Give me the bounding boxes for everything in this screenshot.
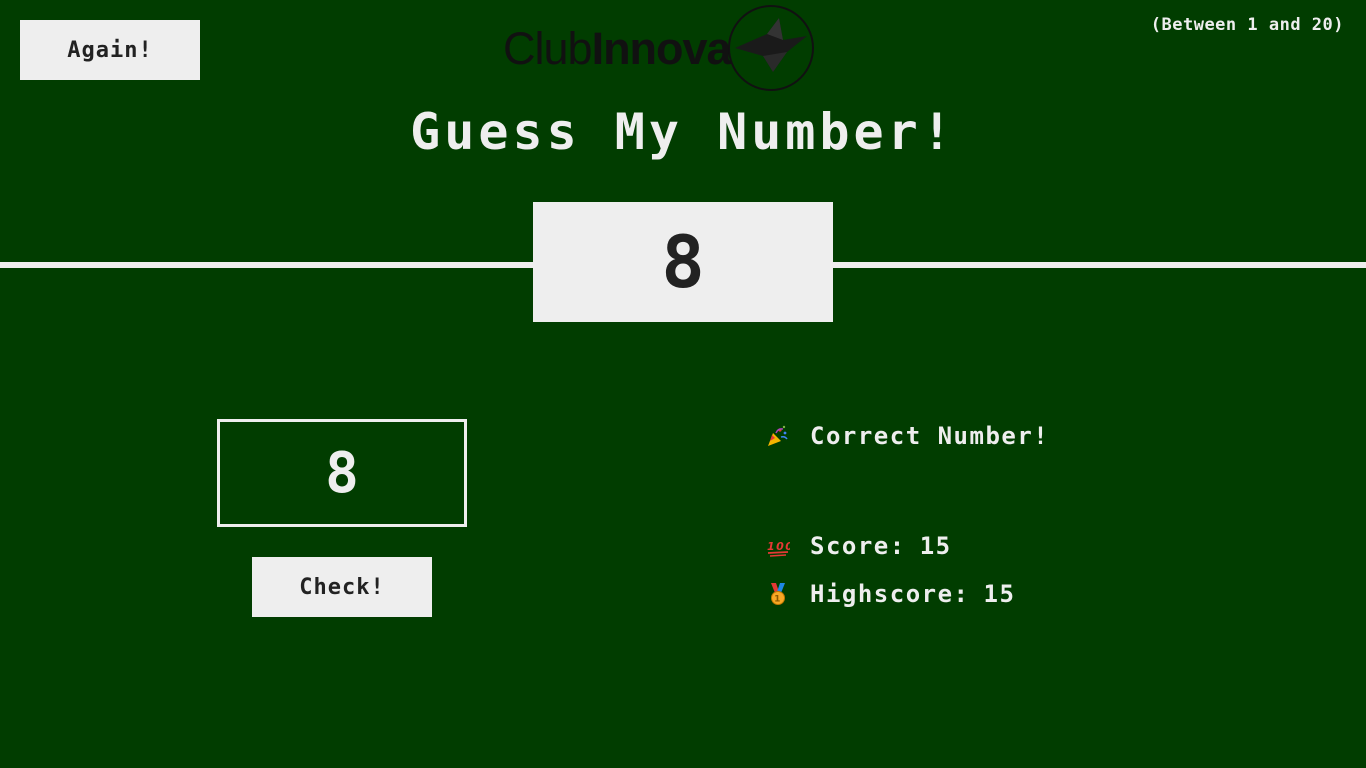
page-title: Guess My Number! [410,103,956,161]
highscore-row: 1 Highscore: 15 [766,580,1015,608]
origami-bird-icon [727,5,814,91]
message-text: Correct Number! [810,422,1050,450]
svg-text:100: 100 [767,540,790,553]
again-button[interactable]: Again! [20,20,200,80]
secret-number-display: 8 [533,202,833,322]
secret-number: 8 [661,220,705,304]
highscore-value: 15 [983,580,1016,608]
game-page: Again! ClubInnova (Between 1 and 20) Gue… [0,0,1366,768]
svg-text:1: 1 [774,595,782,605]
party-popper-icon [768,425,788,446]
logo-text: ClubInnova [503,22,732,74]
score-label: Score: [810,532,906,560]
message-row: Correct Number! [766,422,1049,450]
medal-icon: 1 [771,583,785,605]
guess-input[interactable] [217,419,467,527]
club-innova-logo: ClubInnova [503,4,815,92]
range-hint: (Between 1 and 20) [1150,15,1344,35]
hundred-points-icon: 100 [767,540,790,557]
highscore-label: Highscore: [810,580,970,608]
logo-text-bold: Innova [591,22,732,74]
check-button[interactable]: Check! [252,557,432,617]
score-value: 15 [919,532,952,560]
logo-text-light: Club [503,22,593,74]
score-row: 100 Score: 15 [766,532,952,560]
